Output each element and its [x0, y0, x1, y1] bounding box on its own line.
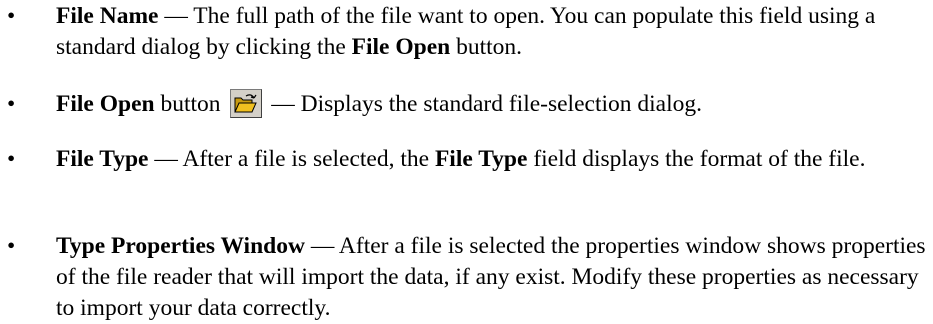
- term-file-open: File Open: [56, 91, 155, 117]
- bullet-marker: •: [7, 146, 16, 172]
- term-file-name: File Name: [56, 3, 159, 29]
- bullet-marker: •: [7, 233, 16, 259]
- description-text: field displays the format of the file.: [527, 146, 866, 172]
- description-text: button: [154, 91, 227, 117]
- description-text: — Displays the standard file-selection d…: [265, 91, 702, 117]
- term-type-properties-window: Type Properties Window: [56, 233, 305, 259]
- document-page: • File Name — The full path of the file …: [0, 0, 933, 323]
- description-text: button.: [450, 34, 523, 60]
- list-item-text: Type Properties Window — After a file is…: [56, 231, 933, 324]
- list-item-text: File Name — The full path of the file wa…: [56, 1, 933, 63]
- ref-file-open: File Open: [351, 34, 451, 60]
- term-file-type: File Type: [56, 146, 149, 172]
- bullet-marker: •: [7, 3, 16, 29]
- description-text: — After a file is selected, the: [148, 146, 435, 172]
- bullet-marker: •: [7, 91, 16, 117]
- ref-file-type: File Type: [434, 146, 528, 172]
- list-item-text: File Type — After a file is selected, th…: [56, 144, 933, 175]
- list-item-text: File Open button — Displays the standard…: [56, 89, 933, 120]
- folder-open-icon: [230, 89, 263, 118]
